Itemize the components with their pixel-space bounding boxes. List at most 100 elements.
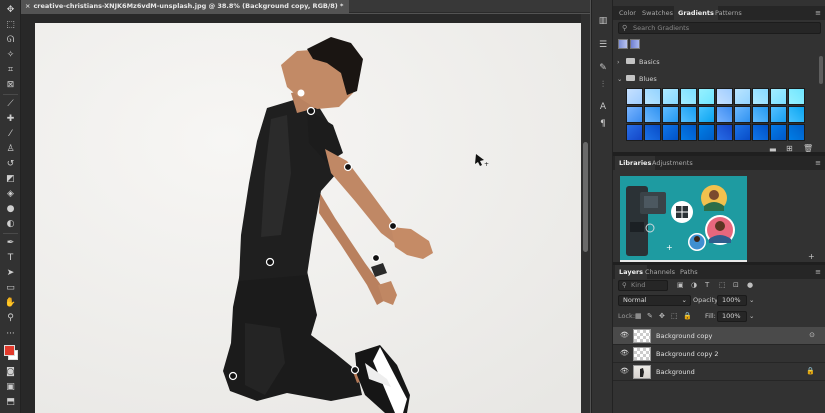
lock-all-icon[interactable]: 🔒 — [683, 312, 692, 320]
gradient-swatch[interactable] — [662, 106, 679, 123]
clone-stamp-icon[interactable]: ♙ — [4, 143, 17, 156]
add-icon[interactable]: + — [808, 252, 815, 261]
eraser-icon[interactable]: ◩ — [4, 173, 17, 186]
frame-icon[interactable]: ⊠ — [4, 79, 17, 92]
gradient-swatch[interactable] — [680, 124, 697, 141]
visibility-eye-icon[interactable]: 👁 — [620, 367, 629, 375]
gradient-folder-blues[interactable]: ⌄ Blues — [617, 73, 817, 85]
tab-swatches[interactable]: Swatches — [638, 6, 677, 20]
chevron-down-icon[interactable]: ⌄ — [749, 311, 754, 322]
screen-mode-icon[interactable]: ▣ — [4, 381, 17, 394]
lock-artboard-icon[interactable]: ⬚ — [671, 312, 678, 320]
gradient-swatch[interactable] — [788, 124, 805, 141]
scrollbar-thumb[interactable] — [583, 142, 588, 252]
gradient-swatch[interactable] — [770, 124, 787, 141]
gradient-swatch[interactable] — [716, 106, 733, 123]
gradient-swatch[interactable] — [644, 88, 661, 105]
marquee-icon[interactable]: ⬚ — [4, 19, 17, 32]
tab-paths[interactable]: Paths — [676, 265, 702, 279]
character-icon[interactable]: A — [597, 101, 609, 113]
gradients-scrollbar[interactable] — [819, 56, 823, 84]
healing-brush-icon[interactable]: ✚ — [4, 113, 17, 126]
opacity-input[interactable]: 100% — [717, 295, 747, 306]
type-filter-icon[interactable]: T — [705, 281, 709, 289]
gradients-search-input[interactable]: ⚲ Search Gradients — [618, 22, 821, 34]
gradient-folder-basics[interactable]: › Basics — [617, 56, 817, 68]
path-selection-icon[interactable]: ➤ — [4, 267, 17, 280]
gradient-swatch[interactable] — [788, 106, 805, 123]
canvas-area[interactable]: + — [21, 14, 590, 413]
move-icon[interactable]: ✥ — [4, 4, 17, 17]
adjust-icon[interactable]: ⫶ — [597, 79, 609, 91]
paint-bucket-icon[interactable]: ◈ — [4, 188, 17, 201]
layer-row[interactable]: 👁 Background 🔒 — [613, 363, 825, 381]
gradient-swatch[interactable] — [716, 124, 733, 141]
lock-position-icon[interactable]: ✥ — [659, 312, 665, 320]
eyedropper-icon[interactable]: ⟋ — [4, 98, 17, 111]
tab-adjustments[interactable]: Adjustments — [648, 156, 697, 170]
gradient-swatch[interactable] — [752, 106, 769, 123]
layer-row[interactable]: 👁 Background copy 2 — [613, 345, 825, 363]
adjustment-filter-icon[interactable]: ◑ — [691, 281, 697, 289]
dodge-icon[interactable]: ◐ — [4, 218, 17, 231]
shape-filter-icon[interactable]: ⬚ — [719, 281, 726, 289]
panel-menu-icon[interactable]: ≡ — [815, 6, 821, 20]
paragraph-icon[interactable]: ¶ — [597, 118, 609, 130]
quick-mask-icon[interactable]: ◙ — [4, 366, 17, 379]
tab-color[interactable]: Color — [615, 6, 640, 20]
visibility-eye-icon[interactable]: 👁 — [620, 331, 629, 339]
gradient-swatch[interactable] — [752, 124, 769, 141]
brush-settings-icon[interactable]: ✎ — [597, 62, 609, 74]
gradient-swatch[interactable] — [626, 106, 643, 123]
gradient-swatch[interactable] — [734, 88, 751, 105]
recent-gradient-swatch[interactable] — [618, 39, 628, 49]
pixel-filter-icon[interactable]: ▣ — [677, 281, 684, 289]
tab-channels[interactable]: Channels — [641, 265, 679, 279]
filter-toggle-icon[interactable]: ● — [747, 281, 753, 289]
gradient-swatch[interactable] — [680, 106, 697, 123]
gradient-swatch[interactable] — [788, 88, 805, 105]
brush-icon[interactable]: ⁄ — [4, 128, 17, 141]
properties-icon[interactable]: ☰ — [597, 39, 609, 51]
lock-image-icon[interactable]: ✎ — [647, 312, 653, 320]
lasso-icon[interactable]: ᘏ — [4, 34, 17, 47]
foreground-color-swatch[interactable] — [4, 345, 15, 356]
gradient-swatch[interactable] — [626, 88, 643, 105]
lock-transparent-icon[interactable]: ▦ — [635, 312, 642, 320]
recent-gradient-swatch[interactable] — [630, 39, 640, 49]
blur-icon[interactable]: ● — [4, 203, 17, 216]
gradient-swatch[interactable] — [734, 124, 751, 141]
gradient-swatch[interactable] — [698, 88, 715, 105]
gradient-swatch[interactable] — [644, 106, 661, 123]
pen-icon[interactable]: ✒ — [4, 237, 17, 250]
panel-menu-icon[interactable]: ≡ — [815, 156, 821, 170]
history-icon[interactable]: ▥ — [597, 15, 609, 27]
type-icon[interactable]: T — [4, 252, 17, 265]
crop-icon[interactable]: ⌗ — [4, 64, 17, 77]
gradient-swatch[interactable] — [644, 124, 661, 141]
gradient-swatch[interactable] — [752, 88, 769, 105]
gradient-swatch[interactable] — [662, 88, 679, 105]
smart-object-filter-icon[interactable]: ⊡ — [733, 281, 739, 289]
gradient-swatch[interactable] — [680, 88, 697, 105]
gradient-swatch[interactable] — [770, 106, 787, 123]
zoom-icon[interactable]: ⚲ — [4, 312, 17, 325]
gradient-swatch[interactable] — [698, 106, 715, 123]
photo-canvas[interactable]: + — [35, 23, 581, 413]
gradient-swatch[interactable] — [716, 88, 733, 105]
blend-mode-select[interactable]: Normal ⌄ — [618, 295, 691, 306]
gradient-swatch[interactable] — [662, 124, 679, 141]
fill-input[interactable]: 100% — [717, 311, 747, 322]
gradient-swatch[interactable] — [770, 88, 787, 105]
magic-wand-icon[interactable]: ✧ — [4, 49, 17, 62]
gradient-swatch[interactable] — [698, 124, 715, 141]
rectangle-icon[interactable]: ▭ — [4, 282, 17, 295]
visibility-eye-icon[interactable]: 👁 — [620, 349, 629, 357]
vertical-scrollbar[interactable] — [581, 14, 590, 413]
hand-icon[interactable]: ✋ — [4, 297, 17, 310]
history-brush-icon[interactable]: ↺ — [4, 158, 17, 171]
frame-mode-icon[interactable]: ⬒ — [4, 396, 17, 409]
tab-patterns[interactable]: Patterns — [711, 6, 746, 20]
more-icon[interactable]: ··· — [4, 328, 17, 341]
layer-row[interactable]: 👁 Background copy ⊙ — [613, 327, 825, 345]
